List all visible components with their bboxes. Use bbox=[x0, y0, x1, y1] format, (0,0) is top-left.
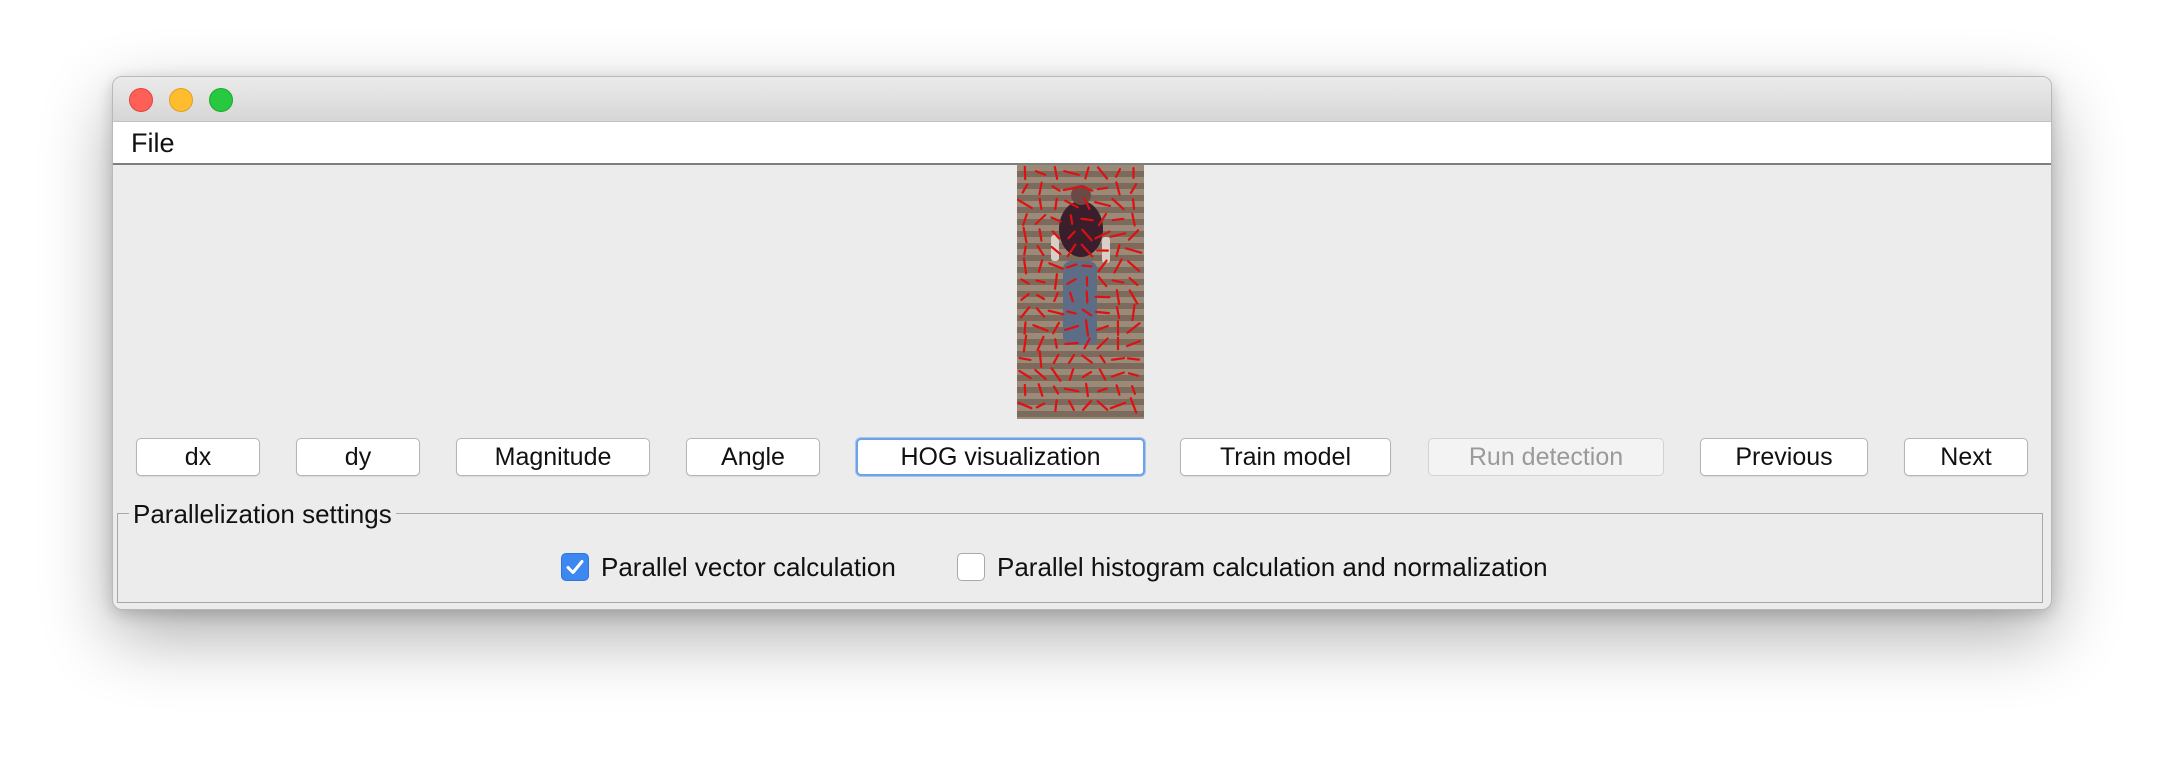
maximize-window-icon[interactable] bbox=[209, 88, 233, 112]
menu-file[interactable]: File bbox=[131, 128, 175, 159]
angle-button[interactable]: Angle bbox=[686, 438, 820, 476]
hog-gradient-stroke bbox=[1096, 186, 1109, 191]
hog-gradient-stroke bbox=[1131, 197, 1136, 211]
dx-button[interactable]: dx bbox=[136, 438, 260, 476]
menu-bar: File bbox=[113, 122, 2051, 165]
hog-gradient-stroke bbox=[1054, 399, 1058, 412]
hog-visualization-image bbox=[1017, 165, 1144, 419]
hog-gradient-stroke bbox=[1023, 321, 1027, 335]
minimize-window-icon[interactable] bbox=[169, 88, 193, 112]
previous-button[interactable]: Previous bbox=[1700, 438, 1868, 476]
close-window-icon[interactable] bbox=[129, 88, 153, 112]
person-legs bbox=[1063, 261, 1097, 345]
hog-gradient-stroke bbox=[1094, 310, 1111, 315]
hog-gradient-stroke bbox=[1069, 214, 1074, 225]
dy-button[interactable]: dy bbox=[296, 438, 420, 476]
hog-gradient-stroke bbox=[1111, 217, 1125, 222]
checkmark-icon bbox=[566, 560, 584, 574]
hog-gradient-stroke bbox=[1064, 341, 1079, 346]
parallelization-settings-title: Parallelization settings bbox=[129, 499, 396, 530]
app-window: File dx dy Magnitude Angle HOG visualization… bbox=[112, 76, 2052, 610]
magnitude-button[interactable]: Magnitude bbox=[456, 438, 650, 476]
run-detection-button: Run detection bbox=[1428, 438, 1664, 476]
parallel-histogram-label[interactable]: Parallel histogram calculation and norma… bbox=[997, 553, 1548, 581]
parallel-vector-label[interactable]: Parallel vector calculation bbox=[601, 553, 896, 581]
title-bar[interactable] bbox=[113, 77, 2051, 122]
hog-gradient-stroke bbox=[1085, 290, 1089, 304]
next-button[interactable]: Next bbox=[1904, 438, 2028, 476]
hog-gradient-stroke bbox=[1023, 245, 1027, 256]
train-model-button[interactable]: Train model bbox=[1180, 438, 1391, 476]
person-torso bbox=[1059, 201, 1103, 257]
hog-gradient-stroke bbox=[1081, 264, 1093, 268]
parallel-histogram-checkbox[interactable] bbox=[957, 553, 985, 581]
hog-gradient-stroke bbox=[1126, 357, 1141, 361]
parallel-vector-checkbox[interactable] bbox=[561, 553, 589, 581]
hog-visualization-button[interactable]: HOG visualization bbox=[856, 438, 1145, 476]
